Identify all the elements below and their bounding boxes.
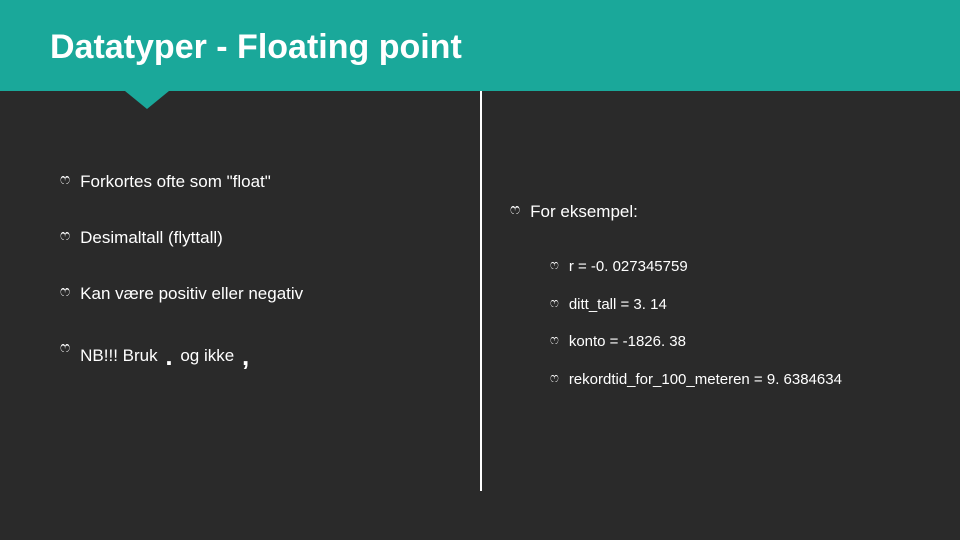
bullet-icon: ෆ <box>550 332 559 349</box>
bullet-icon: ෆ <box>550 370 559 387</box>
nb-text: NB!!! Bruk . og ikke , <box>80 339 252 367</box>
list-item: ෆ r = -0. 027345759 <box>550 257 940 277</box>
list-item: ෆ ditt_tall = 3. 14 <box>550 295 940 315</box>
vertical-divider <box>480 91 482 491</box>
slide-header: Datatyper - Floating point <box>0 0 960 91</box>
example-text: rekordtid_for_100_meteren = 9. 6384634 <box>569 370 842 390</box>
dot-symbol: . <box>162 341 175 371</box>
bullet-icon: ෆ <box>60 227 70 247</box>
bullet-icon: ෆ <box>60 171 70 191</box>
bullet-icon: ෆ <box>510 201 520 221</box>
list-item: ෆ rekordtid_for_100_meteren = 9. 6384634 <box>550 370 940 390</box>
example-heading: For eksempel: <box>530 201 638 223</box>
list-item: ෆ Forkortes ofte som "float" <box>60 171 460 193</box>
left-column: ෆ Forkortes ofte som "float" ෆ Desimalta… <box>60 171 460 401</box>
example-text: konto = -1826. 38 <box>569 332 686 352</box>
list-item: ෆ For eksempel: <box>510 201 940 223</box>
example-text: ditt_tall = 3. 14 <box>569 295 667 315</box>
bullet-icon: ෆ <box>60 283 70 303</box>
list-item-text: Desimaltall (flyttall) <box>80 227 223 249</box>
slide-title: Datatyper - Floating point <box>50 28 910 67</box>
nb-prefix: NB!!! Bruk <box>80 346 157 365</box>
list-item: ෆ Kan være positiv eller negativ <box>60 283 460 305</box>
right-column: ෆ For eksempel: ෆ r = -0. 027345759 ෆ di… <box>510 201 940 407</box>
comma-symbol: , <box>239 341 252 371</box>
nb-mid: og ikke <box>180 346 234 365</box>
example-sublist: ෆ r = -0. 027345759 ෆ ditt_tall = 3. 14 … <box>550 257 940 389</box>
list-item: ෆ NB!!! Bruk . og ikke , <box>60 339 460 367</box>
bullet-icon: ෆ <box>60 339 70 359</box>
example-text: r = -0. 027345759 <box>569 257 688 277</box>
list-item-text: Kan være positiv eller negativ <box>80 283 303 305</box>
bullet-icon: ෆ <box>550 257 559 274</box>
list-item-text: Forkortes ofte som "float" <box>80 171 271 193</box>
list-item: ෆ Desimaltall (flyttall) <box>60 227 460 249</box>
slide-body: ෆ Forkortes ofte som "float" ෆ Desimalta… <box>0 91 960 531</box>
list-item: ෆ konto = -1826. 38 <box>550 332 940 352</box>
bullet-icon: ෆ <box>550 295 559 312</box>
